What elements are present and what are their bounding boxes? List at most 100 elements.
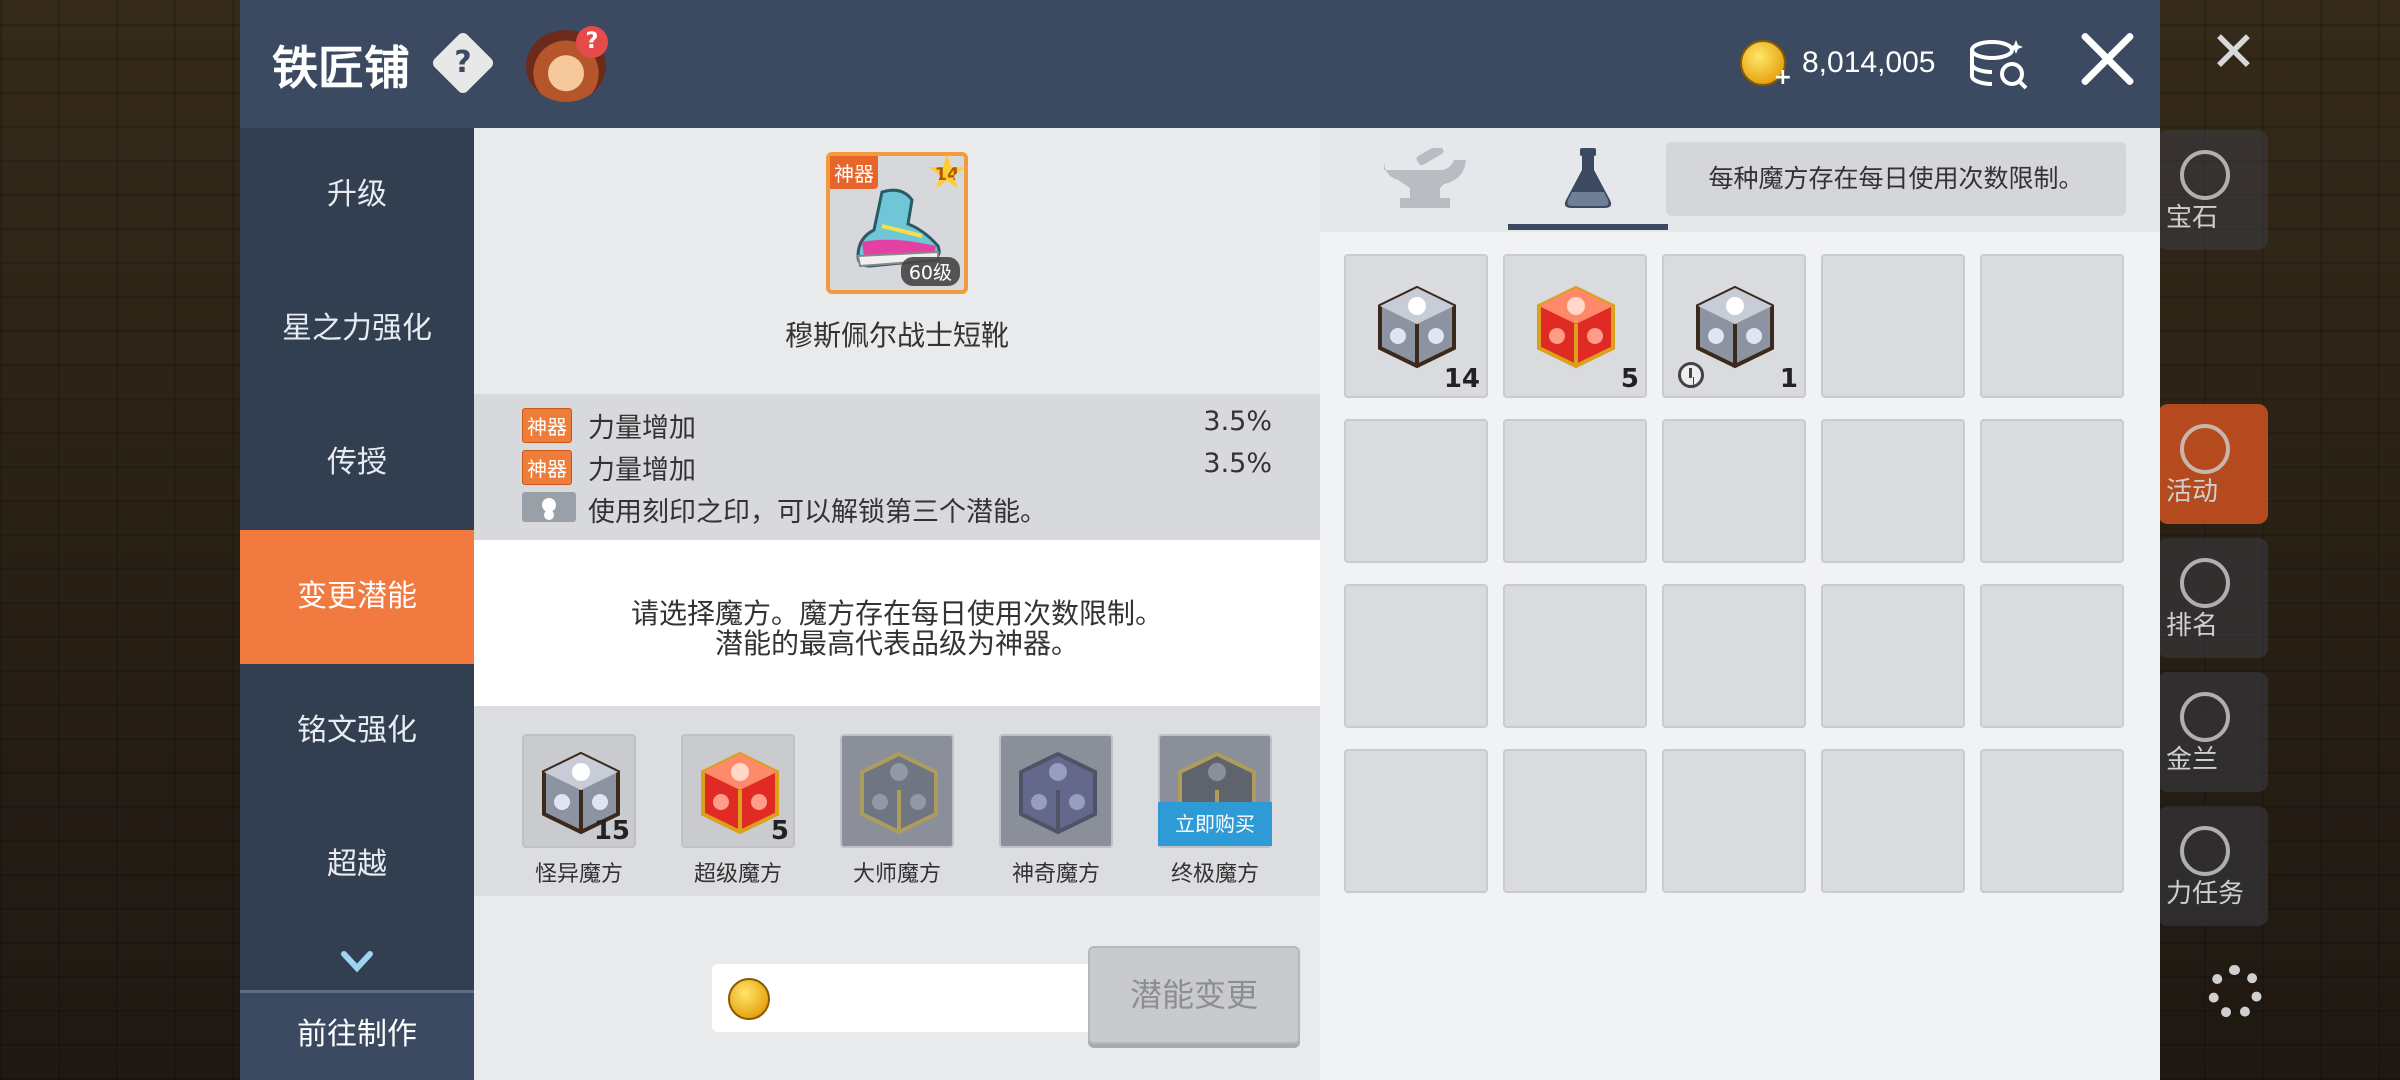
inventory-slot[interactable]	[1662, 749, 1806, 893]
cost-display	[712, 964, 1092, 1032]
potential-panel: 神器 14 60级 穆斯佩尔战士短靴 神器 力量增加 3.5% 神器 力量增加 …	[474, 128, 1320, 1080]
grade-tag: 神器	[522, 450, 572, 485]
cube-count: 15	[593, 816, 630, 846]
cube-slot-red[interactable]: 5	[681, 734, 795, 848]
background-close-icon: ✕	[2210, 20, 2257, 85]
stat-value: 3.5%	[1203, 406, 1272, 437]
inventory-tab-bar: 每种魔方存在每日使用次数限制。	[1320, 128, 2160, 232]
inventory-slot[interactable]: 5	[1503, 254, 1647, 398]
meso-coin-icon[interactable]	[1740, 40, 1792, 90]
anvil-icon	[1384, 148, 1466, 208]
inventory-slot[interactable]	[1503, 749, 1647, 893]
cube-label: 超级魔方	[693, 862, 782, 887]
sidebar-item-upgrade[interactable]: 升级	[240, 128, 474, 262]
trophy-icon	[2180, 558, 2230, 608]
cube-count: 5	[770, 816, 789, 846]
chevron-down-icon[interactable]	[338, 942, 376, 980]
potential-stats: 神器 力量增加 3.5% 神器 力量增加 3.5% 使用刻印之印，可以解锁第三个…	[474, 394, 1320, 540]
miracle-cube-icon	[1019, 751, 1097, 835]
bg-menu-guild: 金兰	[2158, 672, 2268, 792]
calendar-icon	[2180, 424, 2230, 474]
inventory-slot[interactable]	[1344, 749, 1488, 893]
sidebar-item-change-potential[interactable]: 变更潜能	[240, 530, 474, 664]
master-cube-icon	[860, 751, 938, 835]
strange-cube-icon	[1696, 285, 1774, 369]
sidebar-item-star-force[interactable]: 星之力强化	[240, 262, 474, 396]
sidebar-item-transcend[interactable]: 超越	[240, 798, 474, 932]
daily-limit-note: 每种魔方存在每日使用次数限制。	[1666, 142, 2126, 216]
cube-label: 神奇魔方	[1011, 862, 1100, 887]
flag-icon	[2180, 826, 2230, 876]
sidebar: 升级 星之力强化 传授 变更潜能 铭文强化 超越 前往制作	[240, 128, 474, 1080]
bg-menu-event: 活动	[2158, 404, 2268, 524]
gear-icon	[2208, 965, 2262, 1019]
inventory-slot[interactable]	[1980, 254, 2124, 398]
window-header: 铁匠铺 ? ? 8,014,005	[240, 0, 2160, 128]
close-button[interactable]	[2078, 30, 2136, 88]
inventory-slot[interactable]	[1503, 419, 1647, 563]
potion-flask-icon	[1564, 148, 1612, 208]
item-level-badge: 60级	[900, 257, 960, 286]
cube-label: 怪异魔方	[534, 862, 623, 887]
stat-name: 力量增加	[588, 413, 696, 444]
help-icon[interactable]: ?	[430, 30, 496, 96]
blacksmith-window: 铁匠铺 ? ? 8,014,005 升级 星之力强化 传授 变更潜能 铭文强化 …	[240, 0, 2160, 1080]
item-grade-badge: 神器	[830, 156, 878, 189]
go-craft-button[interactable]: 前往制作	[240, 990, 474, 1080]
inventory-slot[interactable]	[1821, 419, 1965, 563]
npc-avatar[interactable]: ?	[526, 26, 608, 102]
item-slot[interactable]: 神器 14 60级	[826, 152, 968, 294]
inventory-slot[interactable]	[1821, 254, 1965, 398]
lock-hint-text: 使用刻印之印，可以解锁第三个潜能。	[588, 497, 1047, 528]
notice-line: 潜能的最高代表品级为神器。	[714, 627, 1079, 660]
stat-value: 3.5%	[1203, 448, 1272, 479]
gem-icon	[2180, 150, 2230, 200]
coin-search-icon[interactable]	[1968, 36, 2030, 92]
cube-label: 大师魔方	[852, 862, 941, 887]
bg-menu-gem: 宝石	[2158, 130, 2268, 250]
potential-line: 神器 力量增加 3.5%	[522, 404, 1272, 444]
stat-name: 力量增加	[588, 455, 696, 486]
item-count: 1	[1779, 364, 1798, 394]
cube-slot-ultimate[interactable]: 立即购买	[1158, 734, 1272, 848]
potential-line: 神器 力量增加 3.5%	[522, 446, 1272, 486]
inventory-slot[interactable]	[1980, 749, 2124, 893]
cube-slot-strange[interactable]: 15	[522, 734, 636, 848]
grade-tag: 神器	[522, 408, 572, 443]
inventory-slot[interactable]: 1	[1662, 254, 1806, 398]
cube-inventory-panel: 每种魔方存在每日使用次数限制。 14 5 1	[1320, 128, 2160, 1080]
change-potential-button[interactable]: 潜能变更	[1088, 946, 1300, 1044]
tab-enhance[interactable]	[1340, 128, 1500, 230]
clock-icon	[1678, 362, 1704, 388]
stamp-icon	[522, 492, 576, 522]
masks-icon	[2180, 692, 2230, 742]
inventory-slot[interactable]	[1980, 584, 2124, 728]
inventory-slot[interactable]	[1821, 749, 1965, 893]
inventory-slot[interactable]	[1821, 584, 1965, 728]
tab-cubes[interactable]	[1508, 128, 1668, 230]
inventory-slot[interactable]	[1344, 419, 1488, 563]
meso-coin-icon	[728, 978, 770, 1020]
item-name: 穆斯佩尔战士短靴	[784, 319, 1009, 352]
inventory-slot[interactable]	[1662, 584, 1806, 728]
inventory-slot[interactable]	[1344, 584, 1488, 728]
inventory-slot[interactable]: 14	[1344, 254, 1488, 398]
bg-menu-rank: 排名	[2158, 538, 2268, 658]
cube-notice: 请选择魔方。魔方存在每日使用次数限制。 潜能的最高代表品级为神器。	[474, 540, 1320, 706]
cube-selector: 15 怪异魔方 5 超级魔方 大师魔方 神奇魔方 立即购买 终极魔方	[474, 706, 1320, 896]
sidebar-item-inscription[interactable]: 铭文强化	[240, 664, 474, 798]
item-count: 14	[1443, 364, 1480, 394]
cube-slot-master[interactable]	[840, 734, 954, 848]
inventory-slot[interactable]	[1980, 419, 2124, 563]
inventory-slot[interactable]	[1662, 419, 1806, 563]
meso-amount: 8,014,005	[1802, 46, 1936, 79]
item-count: 5	[1620, 364, 1639, 394]
buy-now-button[interactable]: 立即购买	[1158, 802, 1272, 846]
lock-hint-row: 使用刻印之印，可以解锁第三个潜能。	[522, 488, 1272, 528]
bg-menu-quest: 力任务	[2158, 806, 2268, 926]
cube-label: 终极魔方	[1170, 862, 1259, 887]
page-title: 铁匠铺	[272, 41, 410, 95]
inventory-slot[interactable]	[1503, 584, 1647, 728]
cube-slot-miracle[interactable]	[999, 734, 1113, 848]
sidebar-item-transfer[interactable]: 传授	[240, 396, 474, 530]
